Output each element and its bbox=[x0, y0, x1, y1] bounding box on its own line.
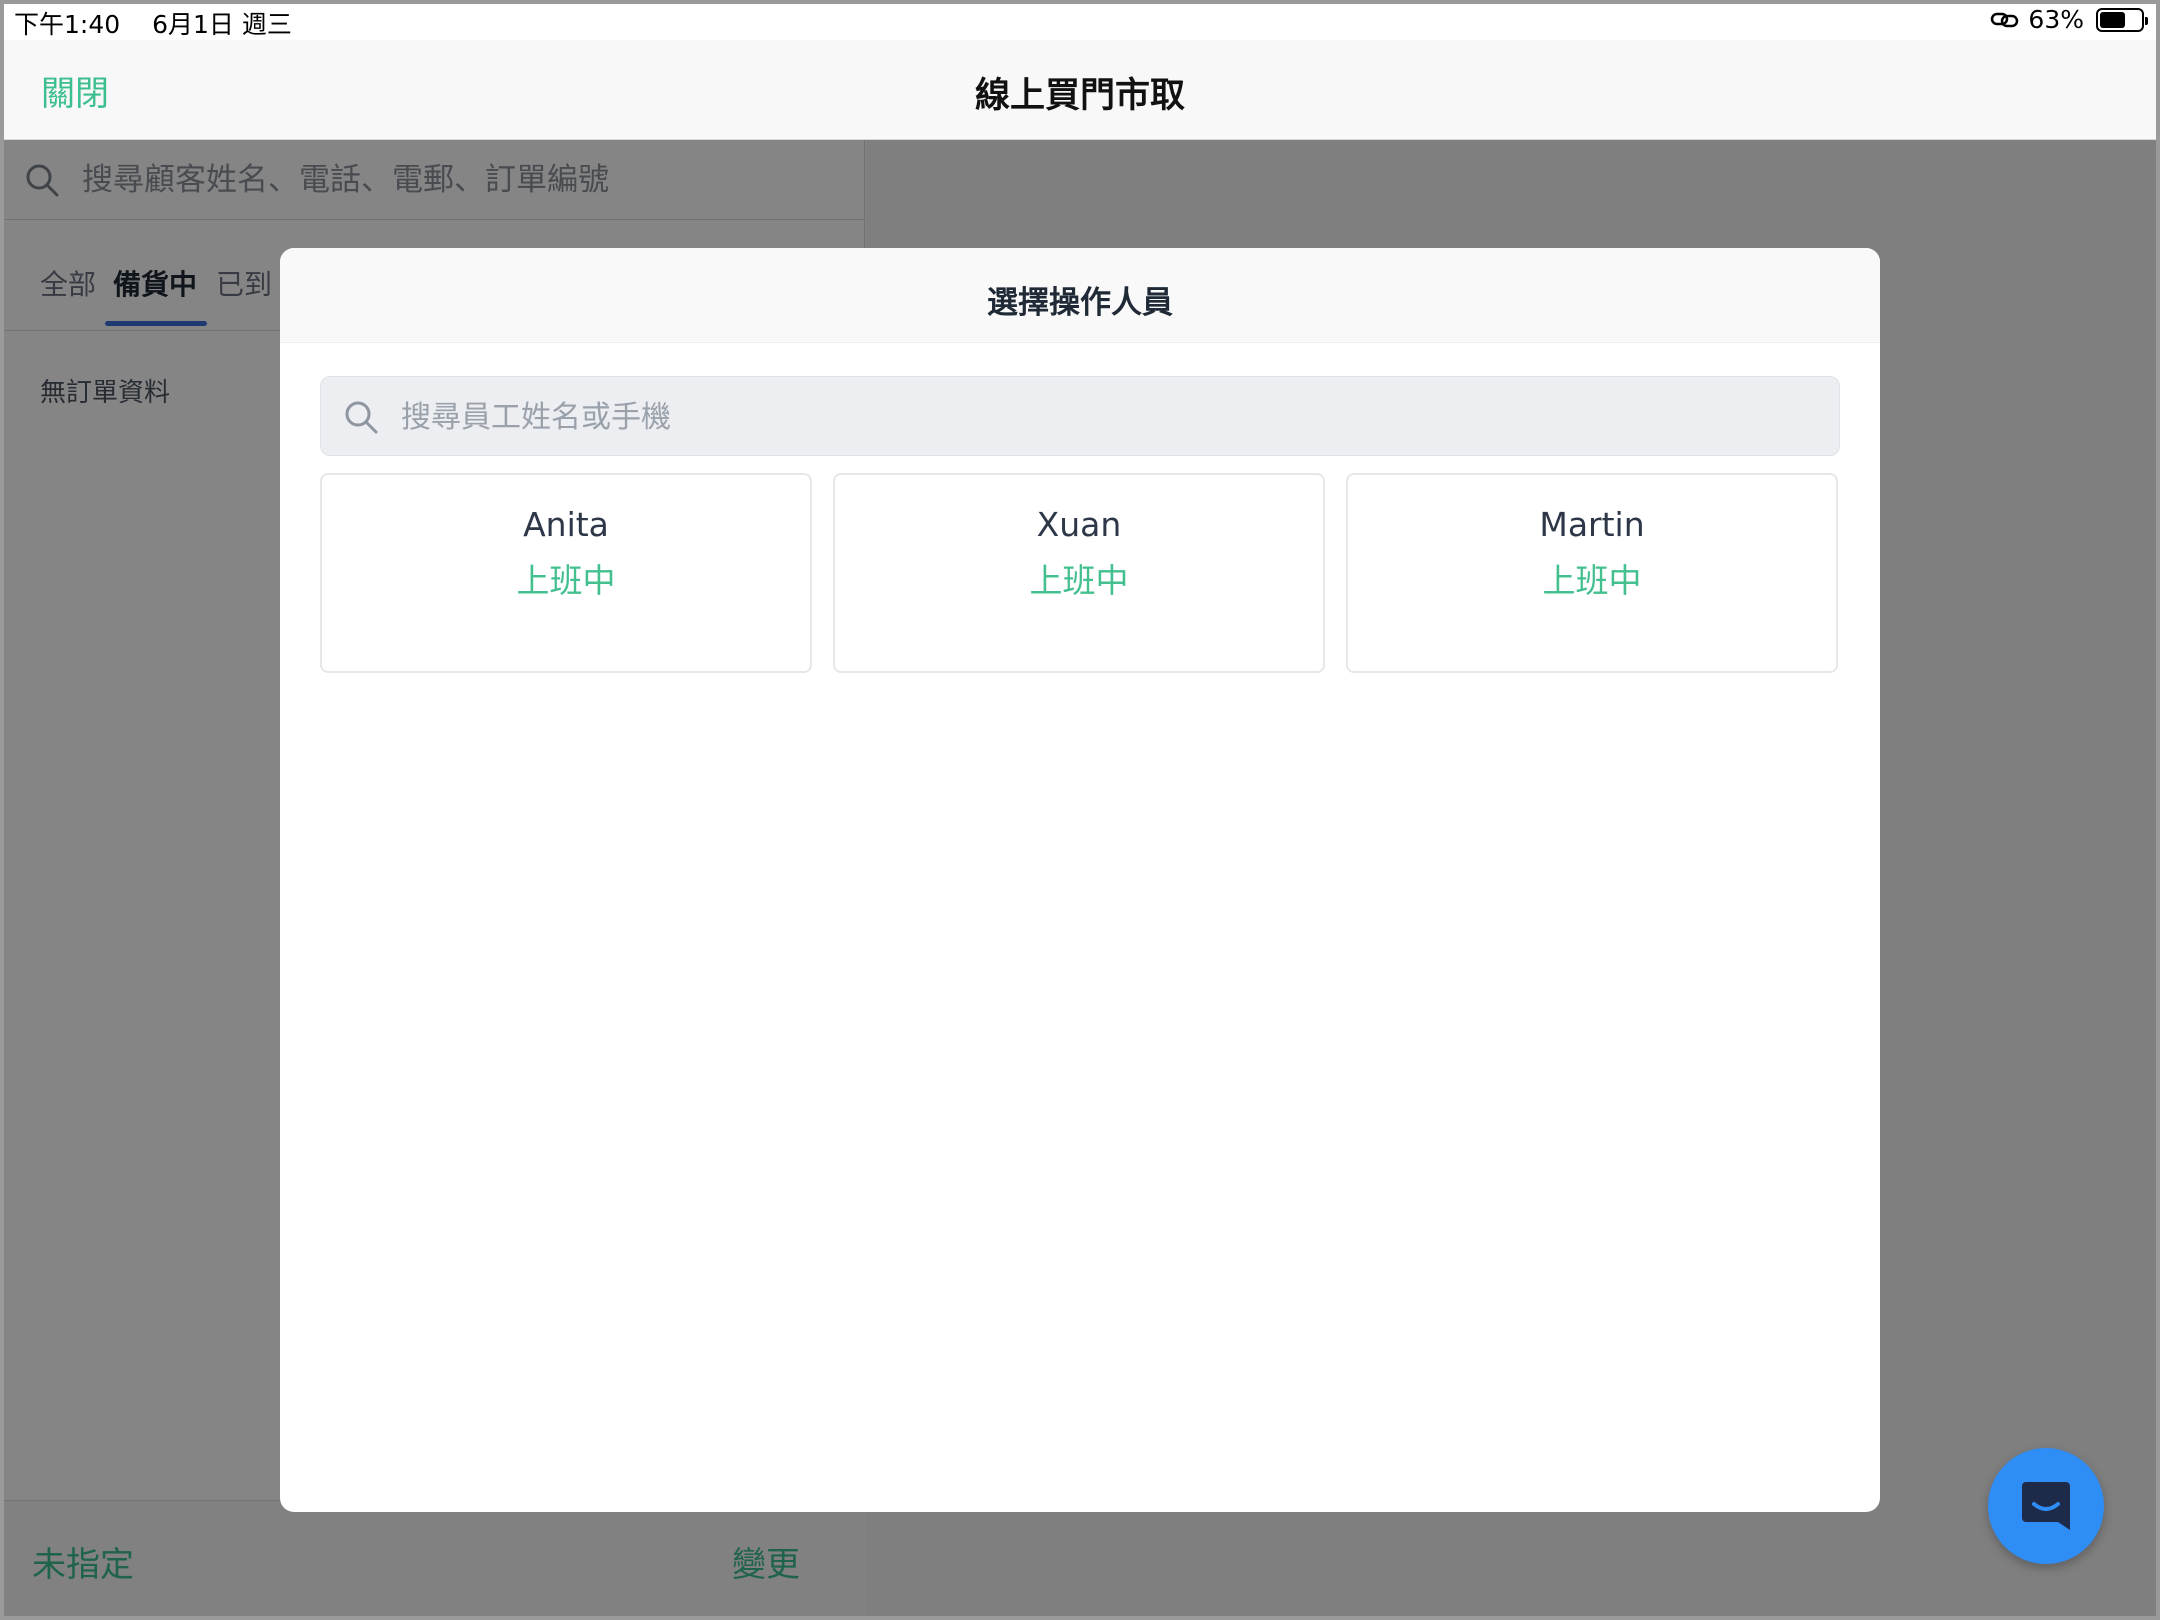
search-icon bbox=[343, 399, 379, 439]
staff-name: Anita bbox=[523, 505, 609, 544]
battery-fill bbox=[2100, 11, 2125, 28]
status-indicators: 63% bbox=[1990, 5, 2148, 34]
staff-search-bar bbox=[320, 376, 1840, 456]
staff-name: Xuan bbox=[1036, 505, 1122, 544]
staff-card-martin[interactable]: Martin 上班中 bbox=[1346, 473, 1838, 673]
modal-header: 選擇操作人員 bbox=[280, 248, 1880, 343]
staff-status: 上班中 bbox=[1542, 561, 1642, 600]
status-bar: 下午1:40 6月1日 週三 63% bbox=[0, 0, 2160, 40]
staff-name: Martin bbox=[1539, 505, 1645, 544]
staff-status: 上班中 bbox=[516, 561, 616, 600]
status-time: 下午1:40 bbox=[14, 10, 121, 39]
nav-bar: 關閉 線上買門市取 bbox=[0, 40, 2160, 140]
staff-card-xuan[interactable]: Xuan 上班中 bbox=[833, 473, 1325, 673]
staff-search-input[interactable] bbox=[401, 395, 1801, 439]
staff-grid: Anita 上班中 Xuan 上班中 Martin 上班中 bbox=[320, 473, 1840, 673]
battery-icon bbox=[2096, 7, 2148, 32]
battery-percent: 63% bbox=[2028, 5, 2084, 34]
status-date: 6月1日 週三 bbox=[152, 10, 292, 39]
chat-button[interactable] bbox=[1988, 1448, 2104, 1564]
staff-card-anita[interactable]: Anita 上班中 bbox=[320, 473, 812, 673]
battery-nub bbox=[2145, 16, 2148, 25]
select-operator-modal: 選擇操作人員 Anita 上班中 Xuan 上班中 Martin 上班中 bbox=[280, 248, 1880, 1512]
staff-status: 上班中 bbox=[1029, 561, 1129, 600]
modal-title: 選擇操作人員 bbox=[987, 285, 1173, 321]
chat-icon bbox=[2022, 1482, 2070, 1530]
page-title: 線上買門市取 bbox=[974, 76, 1185, 116]
link-icon bbox=[1990, 10, 2020, 30]
status-time-date: 下午1:40 6月1日 週三 bbox=[14, 5, 292, 41]
